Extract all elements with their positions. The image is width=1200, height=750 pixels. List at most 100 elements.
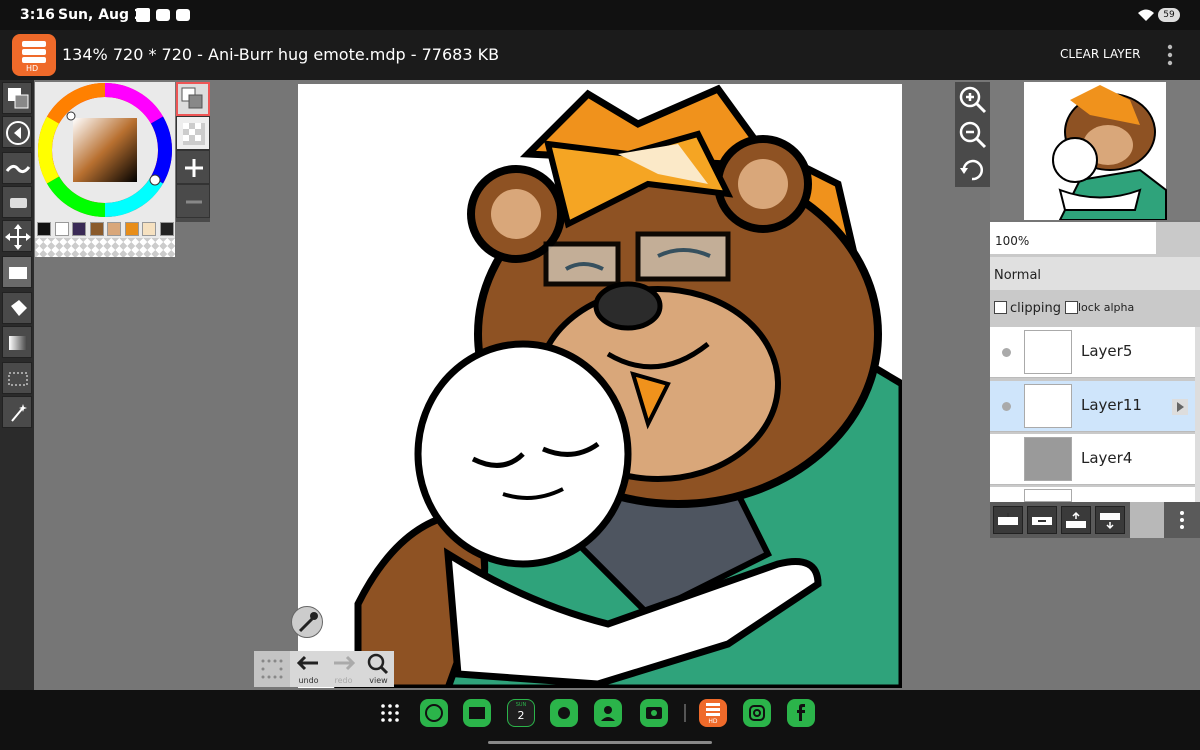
layer-list-scrollbar[interactable] (1195, 327, 1200, 502)
document-title: 134% 720 * 720 - Ani-Burr hug emote.mdp … (62, 45, 500, 64)
rectangle-icon (9, 267, 27, 279)
eraser-tool[interactable] (2, 186, 32, 218)
app-logo-label: HD (26, 64, 39, 73)
zoom-controls (955, 82, 990, 187)
color-swatches (35, 220, 175, 238)
layer-thumbnail (1024, 330, 1072, 374)
layer-more-icon[interactable] (1172, 506, 1192, 534)
grid-handle-button[interactable] (254, 651, 290, 687)
lock-alpha-checkbox[interactable] (1065, 301, 1078, 314)
palette-swatch[interactable] (89, 222, 104, 236)
layer-visibility-dot[interactable] (1002, 348, 1011, 357)
clear-layer-button[interactable]: CLEAR LAYER (1060, 47, 1141, 61)
flower-icon (558, 707, 570, 719)
contacts-app-icon[interactable] (594, 699, 622, 727)
bucket-tool[interactable] (2, 292, 32, 324)
instagram-icon (749, 705, 765, 721)
files-app-icon[interactable] (463, 699, 491, 727)
layer-quick-tools (176, 82, 210, 222)
color-wheel[interactable] (35, 82, 175, 220)
drawing-canvas[interactable] (298, 84, 902, 688)
clipping-label: clipping (1010, 301, 1061, 316)
browser-app-icon[interactable] (420, 699, 448, 727)
layers-logo-icon (22, 41, 46, 63)
marquee-select-icon (8, 372, 28, 386)
calendar-app-icon[interactable]: SUN 2 (507, 699, 535, 727)
palette-swatch[interactable] (159, 222, 174, 236)
home-indicator[interactable] (488, 741, 712, 744)
magnifier-icon (367, 653, 389, 675)
canvas-preview[interactable] (990, 80, 1200, 221)
medibang-app-icon[interactable]: HD (699, 699, 727, 727)
redo-arrow-icon (334, 655, 356, 671)
layer-thumbnail (1024, 384, 1072, 428)
app-drawer-icon[interactable] (380, 703, 400, 723)
redo-button[interactable]: redo (326, 651, 361, 687)
zoom-out-icon (959, 121, 987, 149)
color-swap-icon (181, 87, 203, 109)
medibang-app-label: HD (708, 718, 718, 725)
color-swap-button[interactable] (176, 82, 210, 116)
artwork-thumbnail-image (1024, 82, 1167, 221)
zoom-in-button[interactable] (955, 82, 990, 117)
camera-app-icon[interactable] (640, 699, 668, 727)
checkerboard-icon (183, 123, 205, 145)
rotate-reset-button[interactable] (955, 152, 990, 187)
layer-row-partial[interactable] (990, 487, 1195, 502)
add-layer-icon (998, 513, 1018, 525)
gallery-app-icon[interactable] (550, 699, 578, 727)
palette-swatch[interactable] (142, 222, 156, 236)
dock-divider (684, 704, 686, 722)
transparent-color-button[interactable] (176, 116, 210, 150)
drag-grid-icon (261, 659, 283, 679)
clipping-checkbox[interactable] (994, 301, 1007, 314)
layer-thumbnail (1024, 489, 1072, 502)
layer-row[interactable]: Layer4 (990, 434, 1195, 485)
layer-actions-bar (990, 502, 1200, 538)
brush-stroke-icon (5, 164, 31, 174)
layer-options-arrow-icon[interactable] (1172, 399, 1188, 415)
layer-visibility-dot[interactable] (1002, 402, 1011, 411)
back-tool[interactable] (2, 116, 32, 148)
layer-row-selected[interactable]: Layer11 (990, 381, 1195, 432)
move-layer-up-button[interactable] (1061, 506, 1091, 534)
eyedropper-button[interactable] (291, 606, 323, 638)
move-tool[interactable] (2, 220, 32, 252)
view-label: view (369, 676, 388, 685)
delete-layer-button[interactable] (1027, 506, 1057, 534)
paint-bucket-icon (11, 300, 27, 316)
view-button[interactable]: view (361, 651, 396, 687)
palette-swatch[interactable] (72, 222, 86, 236)
app-menu-button[interactable]: HD (12, 34, 56, 76)
palette-swatch[interactable] (54, 222, 69, 236)
facebook-app-icon[interactable] (787, 699, 815, 727)
selection-tool[interactable] (2, 362, 32, 394)
layer-action-empty (1130, 502, 1164, 538)
notification-icons (136, 8, 190, 22)
gradient-tool[interactable] (2, 326, 32, 358)
palette-swatch[interactable] (107, 222, 121, 236)
brush-size-increase-button[interactable] (176, 150, 210, 184)
delete-layer-icon (1032, 517, 1052, 525)
instagram-app-icon[interactable] (743, 699, 771, 727)
artwork-bear-hug-image (333, 84, 902, 688)
left-toolbar (0, 80, 34, 690)
palette-swatch[interactable] (37, 222, 51, 236)
magic-wand-tool[interactable] (2, 396, 32, 428)
move-arrows-icon (5, 224, 31, 250)
undo-arrow-icon (296, 655, 318, 671)
layer-row[interactable]: Layer5 (990, 327, 1195, 378)
fill-rect-tool[interactable] (2, 256, 32, 288)
move-layer-down-button[interactable] (1095, 506, 1125, 534)
color-swap-tool[interactable] (2, 82, 32, 114)
layer-thumbnail (1024, 437, 1072, 481)
brush-tool[interactable] (2, 152, 32, 184)
undo-button[interactable]: undo (291, 651, 326, 687)
rotate-icon (960, 159, 984, 181)
calendar-day-label: SUN (515, 702, 527, 708)
palette-swatch[interactable] (124, 222, 139, 236)
add-layer-button[interactable] (993, 506, 1023, 534)
zoom-out-button[interactable] (955, 117, 990, 152)
brush-size-decrease-button[interactable] (176, 184, 210, 218)
more-menu-icon[interactable] (1160, 40, 1180, 70)
